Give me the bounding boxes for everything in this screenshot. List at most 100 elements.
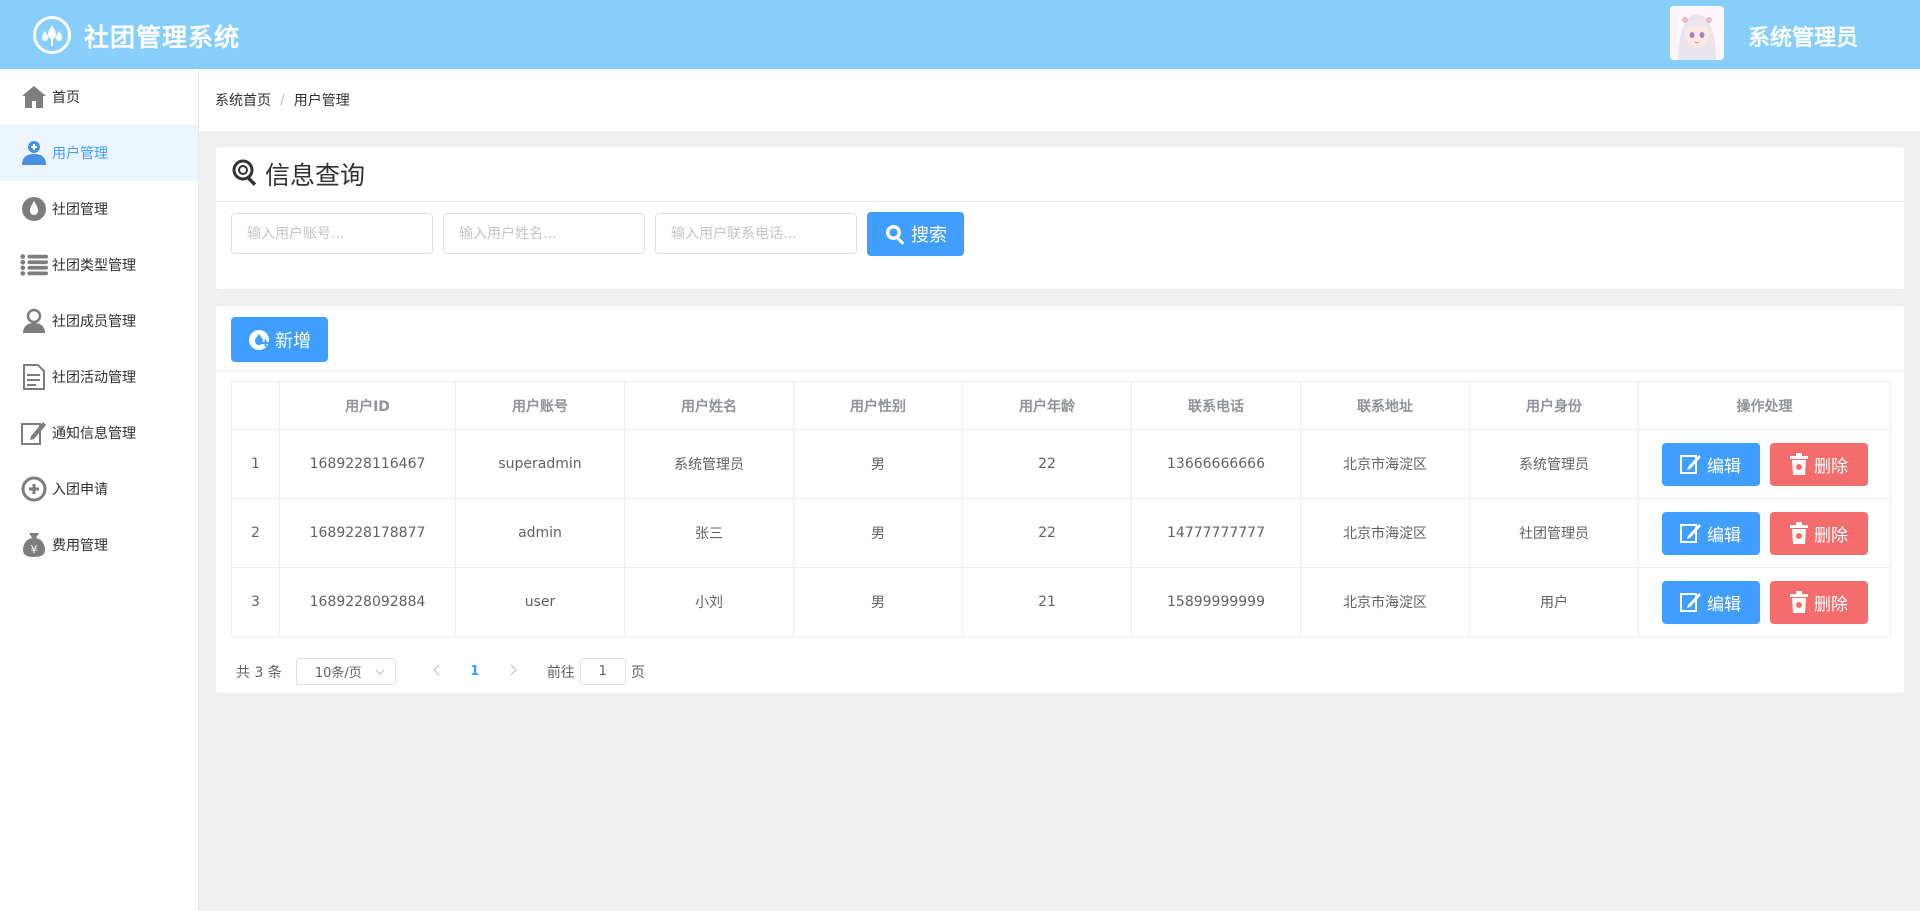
delete-button[interactable]: 删除 bbox=[1769, 442, 1868, 486]
page-number-current[interactable]: 1 bbox=[456, 664, 494, 679]
sidebar: 首页 用户管理 社团管理 社团类型管理 社团成员管理 社团活动管理 通知信息管理… bbox=[0, 69, 199, 911]
edit-button[interactable]: 编辑 bbox=[1661, 580, 1760, 624]
drop-icon bbox=[20, 195, 48, 223]
edit-button-label: 编辑 bbox=[1707, 594, 1741, 615]
sidebar-item-clubs[interactable]: 社团管理 bbox=[0, 181, 198, 237]
prev-page-icon[interactable] bbox=[418, 664, 456, 680]
user-plus-icon bbox=[20, 139, 48, 167]
page-navigation: 1 bbox=[418, 664, 532, 680]
edit-icon bbox=[1680, 453, 1702, 475]
app-header: 社团管理系统 系统管理员 bbox=[0, 0, 1920, 69]
page-size-select[interactable]: 10条/页 bbox=[295, 658, 396, 685]
money-icon: ¥ bbox=[20, 531, 48, 559]
next-page-icon[interactable] bbox=[494, 664, 532, 680]
sidebar-item-club-activities[interactable]: 社团活动管理 bbox=[0, 349, 198, 405]
sidebar-item-users[interactable]: 用户管理 bbox=[0, 125, 198, 181]
phone-search-input[interactable] bbox=[655, 213, 857, 254]
cell-account: admin bbox=[455, 498, 625, 568]
search-button[interactable]: 搜索 bbox=[867, 212, 964, 256]
sidebar-item-notices[interactable]: 通知信息管理 bbox=[0, 405, 198, 461]
sidebar-item-club-members[interactable]: 社团成员管理 bbox=[0, 293, 198, 349]
sidebar-item-label: 社团管理 bbox=[52, 202, 108, 218]
sidebar-item-label: 入团申请 bbox=[52, 482, 108, 498]
add-button[interactable]: 新增 bbox=[231, 317, 328, 362]
edit-icon bbox=[1680, 522, 1702, 544]
cell-gender: 男 bbox=[793, 567, 963, 637]
cell-user-id: 1689228116467 bbox=[279, 429, 456, 499]
breadcrumb-current: 用户管理 bbox=[293, 93, 350, 109]
search-query-icon bbox=[231, 158, 259, 190]
sidebar-item-fees[interactable]: ¥ 费用管理 bbox=[0, 517, 198, 573]
apply-icon bbox=[20, 475, 48, 503]
users-table: 用户ID 用户账号 用户姓名 用户性别 用户年龄 联系电话 联系地址 用户身份 … bbox=[231, 381, 1891, 637]
table-card: 新增 用户ID 用户账号 用户姓名 用户性别 用户年龄 联系电话 联系地址 用户… bbox=[215, 305, 1905, 694]
sidebar-item-label: 用户管理 bbox=[52, 146, 108, 162]
delete-button[interactable]: 删除 bbox=[1769, 511, 1868, 555]
cell-actions: 编辑 删除 bbox=[1638, 567, 1891, 637]
breadcrumb-separator: / bbox=[280, 92, 285, 108]
app-title: 社团管理系统 bbox=[84, 23, 241, 52]
sidebar-item-home[interactable]: 首页 bbox=[0, 69, 198, 125]
search-card: 信息查询 搜索 bbox=[215, 146, 1905, 290]
sidebar-item-label: 费用管理 bbox=[52, 538, 108, 554]
cell-account: user bbox=[455, 567, 625, 637]
sidebar-item-applications[interactable]: 入团申请 bbox=[0, 461, 198, 517]
trash-icon bbox=[1789, 591, 1809, 613]
column-header-age: 用户年龄 bbox=[962, 381, 1132, 430]
table-row: 3 1689228092884 user 小刘 男 21 15899999999… bbox=[231, 567, 1891, 637]
avatar[interactable] bbox=[1670, 6, 1724, 60]
list-icon bbox=[20, 251, 48, 279]
cell-index: 1 bbox=[231, 429, 280, 499]
pagination-total: 共 3 条 bbox=[236, 664, 282, 681]
delete-button-label: 删除 bbox=[1814, 456, 1848, 477]
column-header-account: 用户账号 bbox=[455, 381, 625, 430]
cell-name: 小刘 bbox=[624, 567, 794, 637]
cell-address: 北京市海淀区 bbox=[1300, 498, 1470, 568]
table-row: 2 1689228178877 admin 张三 男 22 1477777777… bbox=[231, 498, 1891, 568]
search-icon bbox=[884, 223, 906, 245]
edit-button[interactable]: 编辑 bbox=[1661, 442, 1760, 486]
column-header-user-id: 用户ID bbox=[279, 381, 456, 430]
trash-icon bbox=[1789, 453, 1809, 475]
search-card-title: 信息查询 bbox=[265, 161, 366, 190]
name-search-input[interactable] bbox=[443, 213, 645, 254]
column-header-name: 用户姓名 bbox=[624, 381, 794, 430]
cell-account: superadmin bbox=[455, 429, 625, 499]
table-card-toolbar: 新增 bbox=[216, 306, 1904, 372]
cell-address: 北京市海淀区 bbox=[1300, 567, 1470, 637]
search-form: 搜索 bbox=[231, 212, 964, 256]
edit-button-label: 编辑 bbox=[1707, 456, 1741, 477]
page-size-value: 10条/页 bbox=[314, 666, 362, 681]
breadcrumb-home[interactable]: 系统首页 bbox=[215, 90, 271, 110]
cell-address: 北京市海淀区 bbox=[1300, 429, 1470, 499]
cell-age: 22 bbox=[962, 498, 1132, 568]
user-name[interactable]: 系统管理员 bbox=[1748, 20, 1858, 52]
column-header-role: 用户身份 bbox=[1469, 381, 1639, 430]
cell-gender: 男 bbox=[793, 429, 963, 499]
delete-button[interactable]: 删除 bbox=[1769, 580, 1868, 624]
cell-index: 3 bbox=[231, 567, 280, 637]
add-button-label: 新增 bbox=[275, 330, 311, 352]
edit-icon bbox=[1680, 591, 1702, 613]
sidebar-item-club-types[interactable]: 社团类型管理 bbox=[0, 237, 198, 293]
column-header-phone: 联系电话 bbox=[1131, 381, 1301, 430]
column-header-index bbox=[231, 381, 280, 430]
cell-phone: 15899999999 bbox=[1131, 567, 1301, 637]
trash-icon bbox=[1789, 522, 1809, 544]
cell-role: 系统管理员 bbox=[1469, 429, 1639, 499]
column-header-address: 联系地址 bbox=[1300, 381, 1470, 430]
account-search-input[interactable] bbox=[231, 213, 433, 254]
cell-phone: 13666666666 bbox=[1131, 429, 1301, 499]
search-card-header: 信息查询 bbox=[216, 147, 1904, 202]
table-row: 1 1689228116467 superadmin 系统管理员 男 22 13… bbox=[231, 429, 1891, 499]
cell-actions: 编辑 删除 bbox=[1638, 498, 1891, 568]
edit-button-label: 编辑 bbox=[1707, 525, 1741, 546]
goto-page-input[interactable] bbox=[579, 658, 626, 685]
cell-gender: 男 bbox=[793, 498, 963, 568]
svg-text:¥: ¥ bbox=[31, 543, 38, 556]
cell-user-id: 1689228178877 bbox=[279, 498, 456, 568]
edit-button[interactable]: 编辑 bbox=[1661, 511, 1760, 555]
column-header-gender: 用户性别 bbox=[793, 381, 963, 430]
delete-button-label: 删除 bbox=[1814, 594, 1848, 615]
table-header-row: 用户ID 用户账号 用户姓名 用户性别 用户年龄 联系电话 联系地址 用户身份 … bbox=[231, 381, 1891, 430]
